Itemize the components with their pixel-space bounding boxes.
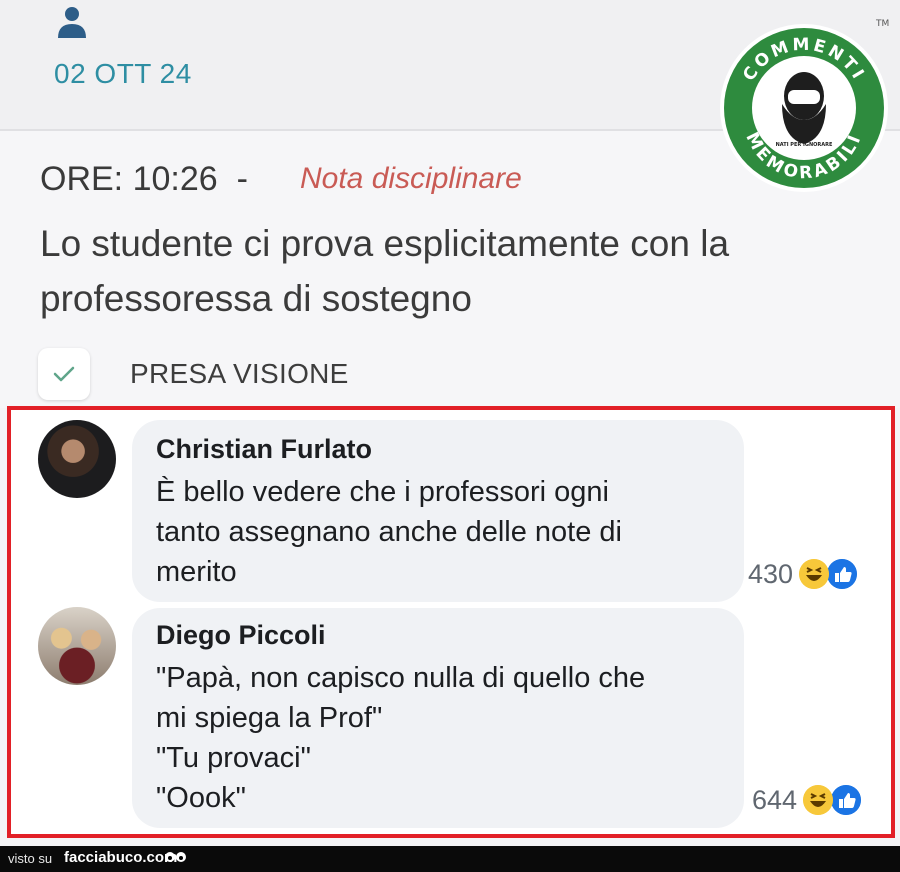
comment-author[interactable]: Christian Furlato: [156, 434, 372, 465]
comment-text: "Papà, non capisco nulla di quello che m…: [156, 662, 646, 814]
watermark-bar: visto su facciabuco.com: [0, 846, 900, 872]
reaction-count: 644: [752, 784, 798, 815]
avatar[interactable]: [38, 420, 116, 498]
haha-reaction-icon: [799, 559, 830, 589]
note-time: ORE: 10:26 -: [40, 160, 248, 198]
acknowledge-checkbox[interactable]: [38, 348, 90, 400]
commenti-memorabili-logo: COMMENTI MEMORABILI NATI PER IGNORARE TM: [720, 19, 889, 192]
reaction-summary[interactable]: 644: [752, 782, 864, 818]
haha-reaction-icon: [803, 785, 834, 815]
comment-author[interactable]: Diego Piccoli: [156, 620, 326, 651]
note-type-label: Nota disciplinare: [300, 162, 522, 195]
svg-text:NATI PER IGNORARE: NATI PER IGNORARE: [776, 142, 833, 148]
checkmark-icon: [53, 366, 75, 382]
svg-text:TM: TM: [875, 19, 889, 29]
comment-text: È bello vedere che i professori ogni tan…: [156, 476, 622, 588]
like-reaction-icon: [829, 783, 864, 817]
separator: -: [236, 160, 248, 198]
avatar[interactable]: [38, 607, 116, 685]
watermark-prefix: visto su: [8, 851, 53, 866]
reaction-count: 430: [748, 558, 794, 589]
note-text: Lo studente ci prova esplicitamente con …: [40, 223, 730, 319]
like-reaction-icon: [825, 557, 860, 591]
eyes-icon: [165, 852, 186, 862]
user-icon: [58, 7, 86, 38]
reaction-summary[interactable]: 430: [748, 556, 860, 592]
watermark-site[interactable]: facciabuco.com: [64, 849, 177, 866]
entry-date: 02 OTT 24: [54, 58, 192, 89]
acknowledge-label[interactable]: PRESA VISIONE: [130, 358, 349, 390]
